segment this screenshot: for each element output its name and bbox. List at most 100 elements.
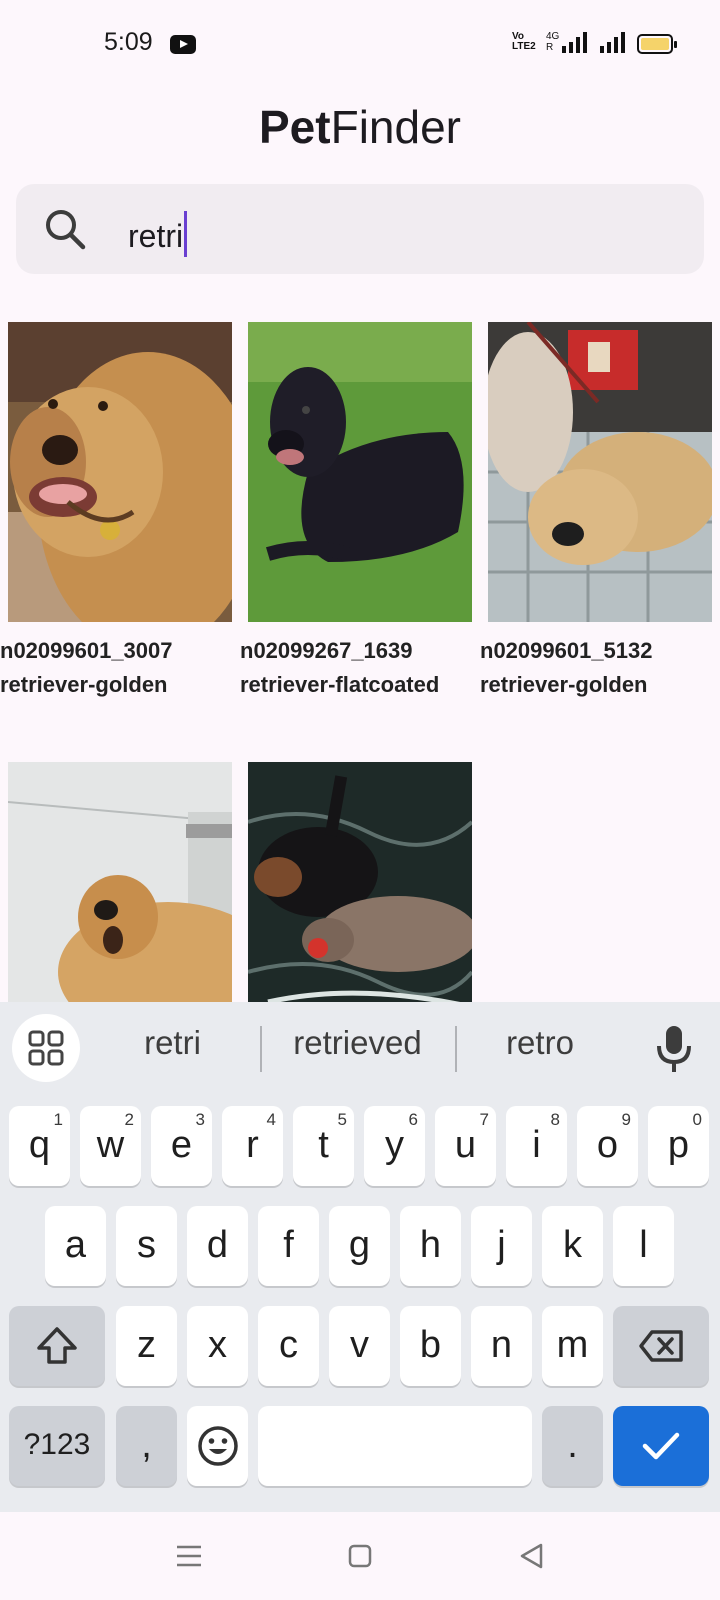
microphone-icon[interactable] <box>654 1024 694 1074</box>
system-navigation-bar <box>0 1512 720 1600</box>
suggestion-strip: retri retrieved retro <box>0 1002 720 1096</box>
key-u[interactable]: u7 <box>435 1106 496 1186</box>
key-label: t <box>318 1124 329 1166</box>
key-k[interactable]: k <box>542 1206 603 1286</box>
key-s[interactable]: s <box>116 1206 177 1286</box>
key-w[interactable]: w2 <box>80 1106 141 1186</box>
key-f[interactable]: f <box>258 1206 319 1286</box>
volte-indicator: Vo LTE2 <box>512 32 536 52</box>
key-d[interactable]: d <box>187 1206 248 1286</box>
key-label: u <box>454 1124 477 1166</box>
checkmark-icon <box>642 1432 680 1460</box>
suggestion-1[interactable]: retri <box>110 1024 235 1062</box>
key-label: y <box>385 1124 404 1166</box>
search-icon <box>46 210 86 250</box>
key-x[interactable]: x <box>187 1306 248 1386</box>
key-n[interactable]: n <box>471 1306 532 1386</box>
key-hint: 7 <box>479 1110 489 1129</box>
key-label: r <box>246 1124 259 1166</box>
key-q[interactable]: q1 <box>9 1106 70 1186</box>
network-type-indicator: 4G R <box>546 31 559 53</box>
key-label: p <box>667 1124 690 1166</box>
key-c[interactable]: c <box>258 1306 319 1386</box>
result-id: n02099267_1639 <box>240 638 413 663</box>
result-caption: n02099601_5132 retriever-golden <box>480 634 720 702</box>
symbols-key[interactable]: ?123 <box>9 1406 105 1486</box>
dog-photo[interactable] <box>8 322 232 622</box>
key-h[interactable]: h <box>400 1206 461 1286</box>
network-type-label: 4G <box>546 31 560 42</box>
status-time: 5:09 <box>104 28 153 56</box>
shift-icon <box>37 1327 77 1364</box>
backspace-key[interactable] <box>613 1306 709 1386</box>
key-b[interactable]: b <box>400 1306 461 1386</box>
comma-key[interactable]: , <box>116 1406 177 1486</box>
key-t[interactable]: t5 <box>293 1106 354 1186</box>
search-bar[interactable]: retri <box>16 184 704 274</box>
signal-strength-icon-sim2 <box>600 32 625 53</box>
grid-icon <box>28 1030 64 1066</box>
dog-photo[interactable] <box>8 742 232 1002</box>
signal-strength-icon <box>562 32 587 53</box>
suggestion-divider <box>455 1026 457 1072</box>
key-hint: 5 <box>337 1110 347 1129</box>
key-a[interactable]: a <box>45 1206 106 1286</box>
key-o[interactable]: o9 <box>577 1106 638 1186</box>
key-v[interactable]: v <box>329 1306 390 1386</box>
result-breed: retriever-golden <box>480 672 648 697</box>
key-hint: 4 <box>266 1110 276 1129</box>
key-r[interactable]: r4 <box>222 1106 283 1186</box>
backspace-icon <box>639 1330 683 1362</box>
app-title-bold: Pet <box>259 101 331 153</box>
on-screen-keyboard: retri retrieved retro q1 w2 e3 r4 t5 y6 … <box>0 1002 720 1512</box>
space-key[interactable] <box>258 1406 532 1486</box>
dog-photo[interactable] <box>248 742 472 1002</box>
key-p[interactable]: p0 <box>648 1106 709 1186</box>
result-id: n02099601_5132 <box>480 638 653 663</box>
suggestion-3[interactable]: retro <box>470 1024 610 1062</box>
emoji-icon <box>197 1426 238 1466</box>
suggestion-2[interactable]: retrieved <box>270 1024 445 1062</box>
key-m[interactable]: m <box>542 1306 603 1386</box>
home-icon[interactable] <box>348 1544 372 1568</box>
search-input[interactable]: retri <box>128 211 188 257</box>
dog-photo[interactable] <box>488 322 712 622</box>
key-hint: 1 <box>53 1110 63 1129</box>
keyboard-menu-button[interactable] <box>12 1014 80 1082</box>
key-hint: 3 <box>195 1110 205 1129</box>
text-caret <box>184 211 188 257</box>
key-l[interactable]: l <box>613 1206 674 1286</box>
key-hint: 2 <box>124 1110 134 1129</box>
key-y[interactable]: y6 <box>364 1106 425 1186</box>
period-key[interactable]: . <box>542 1406 603 1486</box>
key-g[interactable]: g <box>329 1206 390 1286</box>
key-z[interactable]: z <box>116 1306 177 1386</box>
key-label: i <box>532 1124 541 1166</box>
key-hint: 9 <box>621 1110 631 1129</box>
roaming-label: R <box>546 42 554 53</box>
result-id: n02099601_3007 <box>0 638 173 663</box>
key-e[interactable]: e3 <box>151 1106 212 1186</box>
key-label: e <box>170 1124 193 1166</box>
app-title: PetFinder <box>0 100 720 154</box>
key-j[interactable]: j <box>471 1206 532 1286</box>
menu-icon[interactable] <box>176 1544 202 1568</box>
back-icon[interactable] <box>519 1543 543 1569</box>
status-bar: 5:09 Vo LTE2 4G R <box>0 0 720 90</box>
done-key[interactable] <box>613 1406 709 1486</box>
key-label: o <box>596 1124 619 1166</box>
app-title-regular: Finder <box>330 101 461 153</box>
battery-icon <box>637 34 677 54</box>
suggestion-divider <box>260 1026 262 1072</box>
result-breed: retriever-golden <box>0 672 168 697</box>
key-i[interactable]: i8 <box>506 1106 567 1186</box>
youtube-notification-icon <box>170 35 196 54</box>
dog-photo[interactable] <box>248 322 472 622</box>
shift-key[interactable] <box>9 1306 105 1386</box>
emoji-key[interactable] <box>187 1406 248 1486</box>
search-input-value: retri <box>128 218 184 254</box>
result-caption: n02099601_3007 retriever-golden <box>0 634 240 702</box>
key-label: w <box>96 1124 125 1166</box>
key-hint: 6 <box>408 1110 418 1129</box>
key-hint: 0 <box>692 1110 702 1129</box>
